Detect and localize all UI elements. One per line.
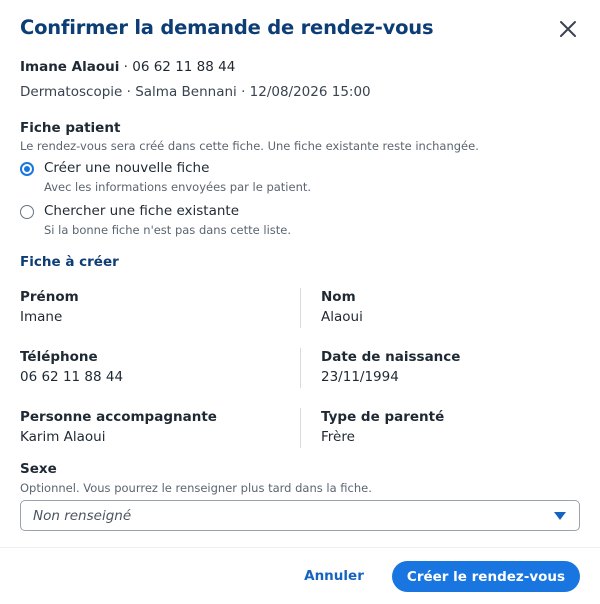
column-divider	[300, 348, 301, 388]
create-appointment-button[interactable]: Créer le rendez-vous	[392, 561, 580, 592]
field-value-telephone: 06 62 11 88 44	[20, 369, 124, 385]
sexe-help: Optionnel. Vous pourrez le renseigner pl…	[20, 481, 372, 495]
confirm-appointment-dialog: Confirmer la demande de rendez-vous Iman…	[0, 0, 600, 604]
radio-description: Avec les informations envoyées par le pa…	[44, 180, 312, 194]
sexe-selected-value: Non renseigné	[33, 508, 132, 524]
close-button[interactable]	[556, 17, 580, 41]
patient-phone: · 06 62 11 88 44	[119, 59, 236, 75]
field-value-accompagnant: Karim Alaoui	[20, 429, 106, 445]
sexe-label: Sexe	[20, 461, 57, 477]
field-value-parente: Frère	[321, 429, 355, 445]
column-divider	[300, 288, 301, 328]
field-label-nom: Nom	[321, 289, 356, 305]
fiche-patient-label: Fiche patient	[20, 120, 121, 136]
field-value-date-naissance: 23/11/1994	[321, 369, 399, 385]
field-label-telephone: Téléphone	[20, 349, 98, 365]
radio-label: Chercher une fiche existante	[44, 203, 240, 219]
fiche-a-creer-heading: Fiche à créer	[20, 254, 119, 270]
radio-button[interactable]	[20, 205, 34, 219]
field-label-date-naissance: Date de naissance	[321, 349, 461, 365]
caret-down-icon	[554, 512, 566, 520]
field-value-prenom: Imane	[20, 309, 63, 325]
appointment-summary: Dermatoscopie · Salma Bennani · 12/08/20…	[20, 84, 371, 100]
cancel-button[interactable]: Annuler	[295, 562, 373, 590]
fiche-patient-help: Le rendez-vous sera créé dans cette fich…	[20, 139, 479, 153]
patient-summary: Imane Alaoui · 06 62 11 88 44	[20, 59, 235, 75]
close-icon	[560, 21, 576, 37]
column-divider	[300, 408, 301, 448]
radio-label: Créer une nouvelle fiche	[44, 160, 210, 176]
radio-button-checked[interactable]	[20, 162, 34, 176]
field-label-parente: Type de parenté	[321, 409, 445, 425]
sexe-select[interactable]: Non renseigné	[20, 500, 580, 531]
dialog-title: Confirmer la demande de rendez-vous	[20, 16, 434, 39]
footer-divider	[0, 547, 600, 548]
patient-name: Imane Alaoui	[20, 59, 120, 75]
field-label-accompagnant: Personne accompagnante	[20, 409, 217, 425]
radio-description: Si la bonne fiche n'est pas dans cette l…	[44, 223, 292, 237]
field-value-nom: Alaoui	[321, 309, 363, 325]
field-label-prenom: Prénom	[20, 289, 79, 305]
